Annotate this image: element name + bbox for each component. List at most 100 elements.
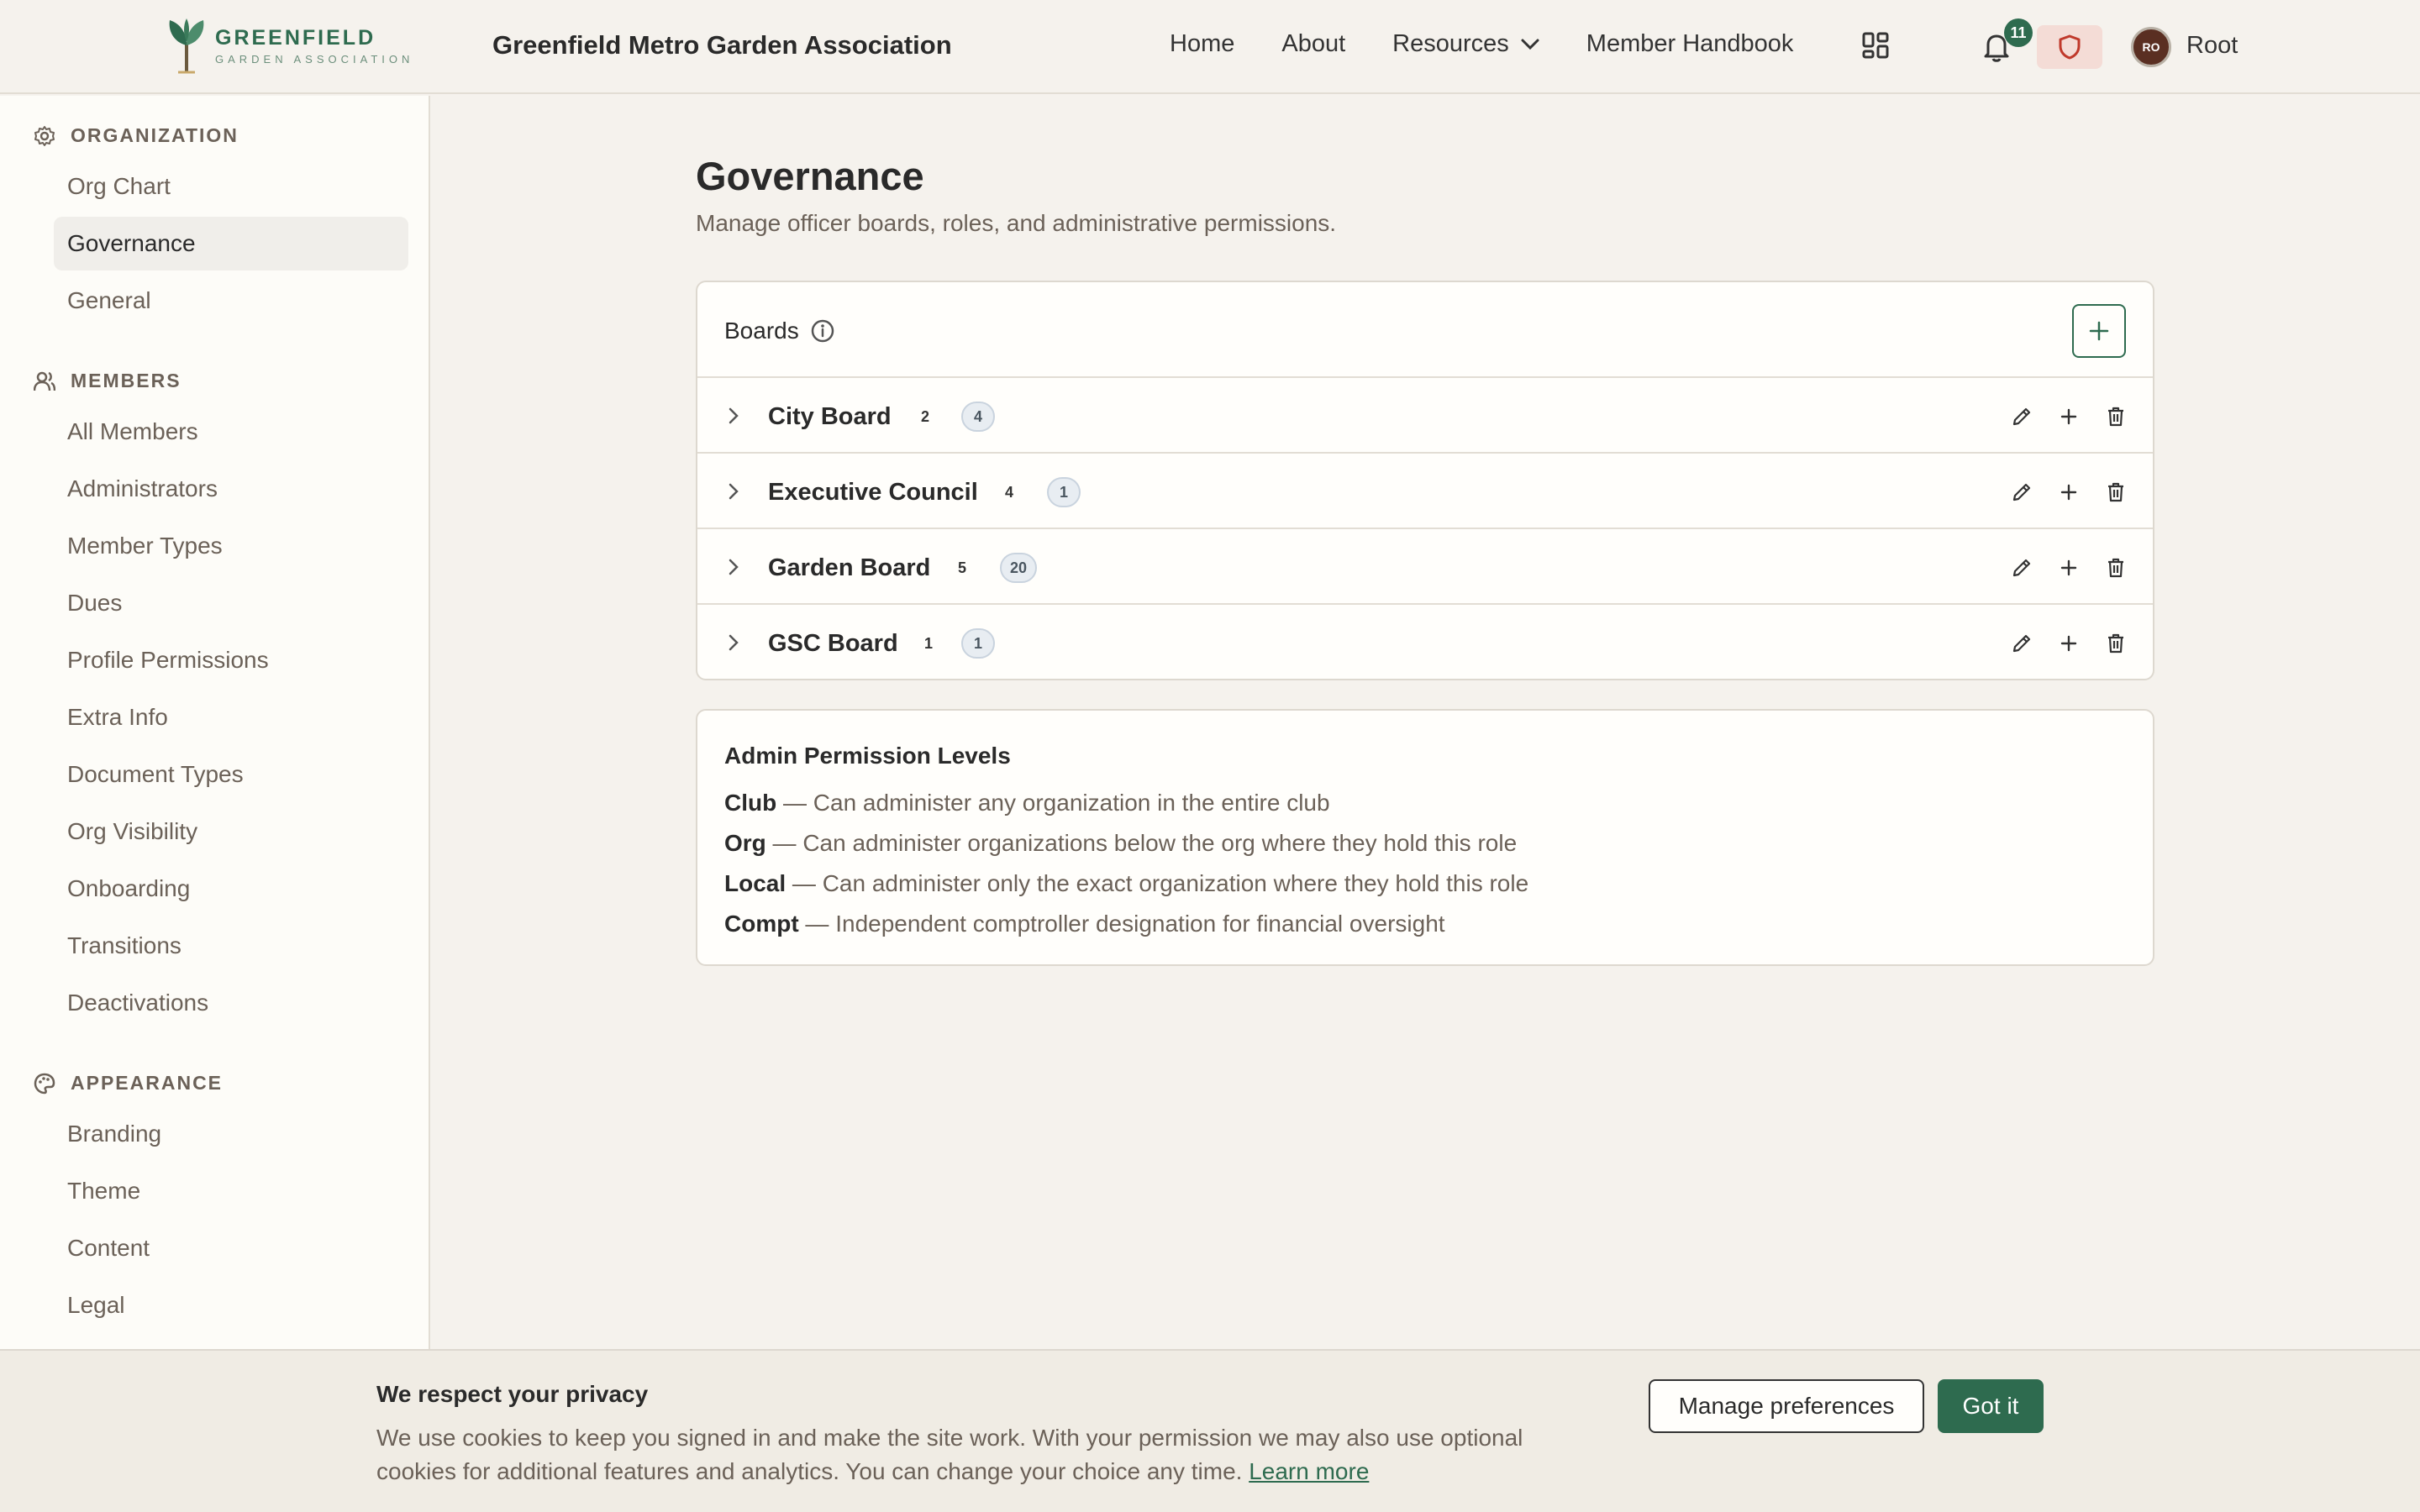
permission-level-name: Club: [724, 790, 777, 816]
palette-icon: [34, 1073, 55, 1094]
permission-level-local: Local — Can administer only the exact or…: [724, 870, 1528, 897]
permission-level-club: Club — Can administer any organization i…: [724, 790, 1330, 816]
sidebar-item-general[interactable]: General: [67, 287, 151, 314]
sidebar-item-legal[interactable]: Legal: [67, 1292, 125, 1319]
sprout-logo-icon: [169, 18, 204, 74]
sidebar-item-administrators[interactable]: Administrators: [67, 475, 218, 502]
sidebar-item-transitions[interactable]: Transitions: [67, 932, 182, 959]
board-name: Executive Council: [768, 479, 978, 506]
sidebar-item-document-types[interactable]: Document Types: [67, 761, 244, 788]
site-title[interactable]: Greenfield Metro Garden Association: [492, 30, 952, 60]
nav-about[interactable]: About: [1281, 30, 1345, 58]
edit-board-button[interactable]: [2008, 630, 2035, 657]
apps-grid-icon[interactable]: [1862, 32, 1889, 59]
board-member-count-badge: 4: [961, 402, 995, 432]
board-role-count: 4: [1005, 484, 1014, 501]
board-role-count: 2: [921, 408, 930, 425]
delete-board-button[interactable]: [2102, 403, 2129, 430]
sidebar-section-label: APPEARANCE: [71, 1072, 224, 1094]
sidebar-item-member-types[interactable]: Member Types: [67, 533, 223, 559]
pencil-icon: [2012, 483, 2031, 501]
page-title: Governance: [696, 154, 924, 198]
info-icon[interactable]: [811, 319, 834, 343]
chevron-right-icon[interactable]: [726, 630, 743, 655]
trash-icon: [2108, 633, 2123, 654]
board-member-count-badge: 1: [961, 628, 995, 659]
sidebar-item-theme[interactable]: Theme: [67, 1178, 140, 1205]
plus-icon: [2089, 321, 2109, 341]
permission-level-name: Compt: [724, 911, 799, 937]
board-name: Garden Board: [768, 554, 931, 581]
sidebar-item-branding[interactable]: Branding: [67, 1121, 161, 1147]
site-logo[interactable]: GREENFIELD GARDEN ASSOCIATION: [165, 17, 413, 74]
cookie-title: We respect your privacy: [376, 1381, 649, 1407]
board-row-city-board[interactable]: City Board 2 4: [697, 378, 2153, 454]
manage-preferences-button[interactable]: Manage preferences: [1649, 1379, 1924, 1433]
top-header: GREENFIELD GARDEN ASSOCIATION Greenfield…: [0, 0, 2420, 94]
sidebar-item-deactivations[interactable]: Deactivations: [67, 990, 208, 1016]
delete-board-button[interactable]: [2102, 630, 2129, 657]
logo-tagline: GARDEN ASSOCIATION: [215, 52, 414, 66]
settings-sidebar: ORGANIZATION Org Chart Governance Genera…: [0, 96, 430, 1349]
board-name: GSC Board: [768, 630, 898, 657]
sidebar-item-governance[interactable]: Governance: [54, 217, 408, 270]
sidebar-item-content[interactable]: Content: [67, 1235, 150, 1262]
sidebar-item-dues[interactable]: Dues: [67, 590, 122, 617]
notification-badge: 11: [2004, 18, 2033, 47]
pencil-icon: [2012, 559, 2031, 577]
chevron-right-icon[interactable]: [726, 554, 743, 580]
add-board-button[interactable]: [2072, 304, 2126, 358]
sidebar-item-onboarding[interactable]: Onboarding: [67, 875, 190, 902]
sidebar-item-org-chart[interactable]: Org Chart: [67, 173, 171, 200]
board-row-executive-council[interactable]: Executive Council 4 1: [697, 454, 2153, 529]
add-role-button[interactable]: [2055, 554, 2082, 581]
board-member-count-badge: 1: [1047, 477, 1081, 507]
edit-board-button[interactable]: [2008, 479, 2035, 506]
chevron-right-icon[interactable]: [726, 479, 743, 504]
permission-level-name: Local: [724, 870, 786, 896]
nav-resources[interactable]: Resources: [1392, 30, 1539, 58]
plus-icon: [2060, 635, 2077, 652]
sidebar-item-label: Governance: [67, 230, 196, 256]
pencil-icon: [2012, 407, 2031, 426]
edit-board-button[interactable]: [2008, 403, 2035, 430]
add-role-button[interactable]: [2055, 479, 2082, 506]
sidebar-section-label: MEMBERS: [71, 370, 182, 391]
boards-card: Boards City Board 2 4 Executive Council …: [696, 281, 2154, 680]
sidebar-item-extra-info[interactable]: Extra Info: [67, 704, 168, 731]
nav-member-handbook[interactable]: Member Handbook: [1586, 30, 1794, 58]
add-role-button[interactable]: [2055, 403, 2082, 430]
main-nav: Home About Resources Member Handbook: [1170, 30, 1840, 58]
user-menu-name[interactable]: Root: [2186, 32, 2238, 60]
sidebar-item-all-members[interactable]: All Members: [67, 418, 198, 445]
avatar[interactable]: RO: [2131, 27, 2171, 67]
sidebar-item-profile-permissions[interactable]: Profile Permissions: [67, 647, 269, 674]
add-role-button[interactable]: [2055, 630, 2082, 657]
nav-home[interactable]: Home: [1170, 30, 1234, 58]
permission-level-desc: — Can administer organizations below the…: [765, 830, 1518, 856]
board-row-gsc-board[interactable]: GSC Board 1 1: [697, 605, 2153, 680]
plus-icon: [2060, 408, 2077, 425]
got-it-button[interactable]: Got it: [1938, 1379, 2044, 1433]
board-name: City Board: [768, 403, 892, 430]
sidebar-item-org-visibility[interactable]: Org Visibility: [67, 818, 197, 845]
board-row-garden-board[interactable]: Garden Board 5 20: [697, 529, 2153, 605]
sidebar-section-organization: ORGANIZATION: [34, 124, 239, 147]
permission-levels-card: Admin Permission Levels Club — Can admin…: [696, 709, 2154, 966]
delete-board-button[interactable]: [2102, 554, 2129, 581]
board-role-count: 1: [924, 635, 934, 652]
edit-board-button[interactable]: [2008, 554, 2035, 581]
permission-level-compt: Compt — Independent comptroller designat…: [724, 911, 1445, 937]
sidebar-section-label: ORGANIZATION: [71, 124, 239, 146]
trash-icon: [2108, 558, 2123, 578]
boards-card-header: Boards: [697, 282, 2153, 378]
admin-shield-button[interactable]: [2037, 25, 2102, 69]
chevron-right-icon[interactable]: [726, 403, 743, 428]
permission-level-desc: — Independent comptroller designation fo…: [798, 911, 1445, 937]
boards-title: Boards: [724, 318, 799, 344]
learn-more-link[interactable]: Learn more: [1249, 1458, 1369, 1484]
cookie-banner: We respect your privacy We use cookies t…: [0, 1349, 2420, 1512]
delete-board-button[interactable]: [2102, 479, 2129, 506]
permission-level-name: Org: [724, 830, 766, 856]
permission-levels-title: Admin Permission Levels: [724, 743, 1011, 769]
